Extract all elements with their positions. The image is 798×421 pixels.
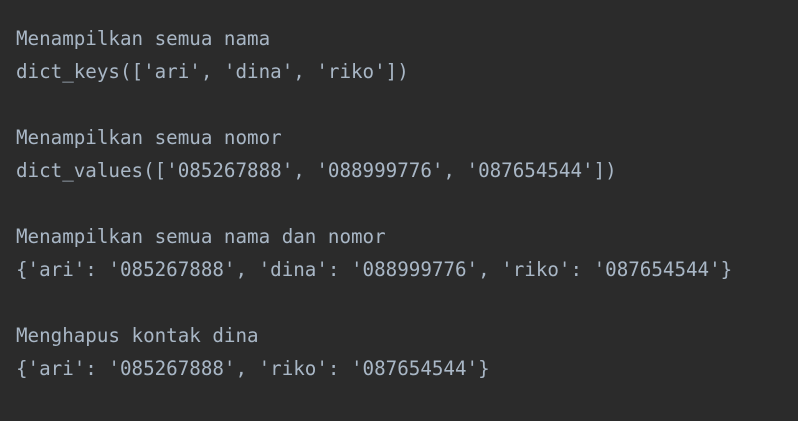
output-line-dict-after-delete: {'ari': '085267888', 'riko': '087654544'… [16,357,490,380]
output-line-dict-keys: dict_keys(['ari', 'dina', 'riko']) [16,60,409,83]
output-line-heading-numbers: Menampilkan semua nomor [16,126,282,149]
output-line-heading-delete: Menghapus kontak dina [16,324,259,347]
output-line-full-dict: {'ari': '085267888', 'dina': '088999776'… [16,258,733,281]
output-line-dict-values: dict_values(['085267888', '088999776', '… [16,159,617,182]
output-line-heading-names: Menampilkan semua nama [16,27,271,50]
output-line-blank [16,187,798,220]
output-line-heading-names-numbers: Menampilkan semua nama dan nomor [16,225,386,248]
run-console-output[interactable]: Menampilkan semua nama dict_keys(['ari',… [0,0,798,421]
output-line-blank [16,88,798,121]
output-line-blank [16,286,798,319]
